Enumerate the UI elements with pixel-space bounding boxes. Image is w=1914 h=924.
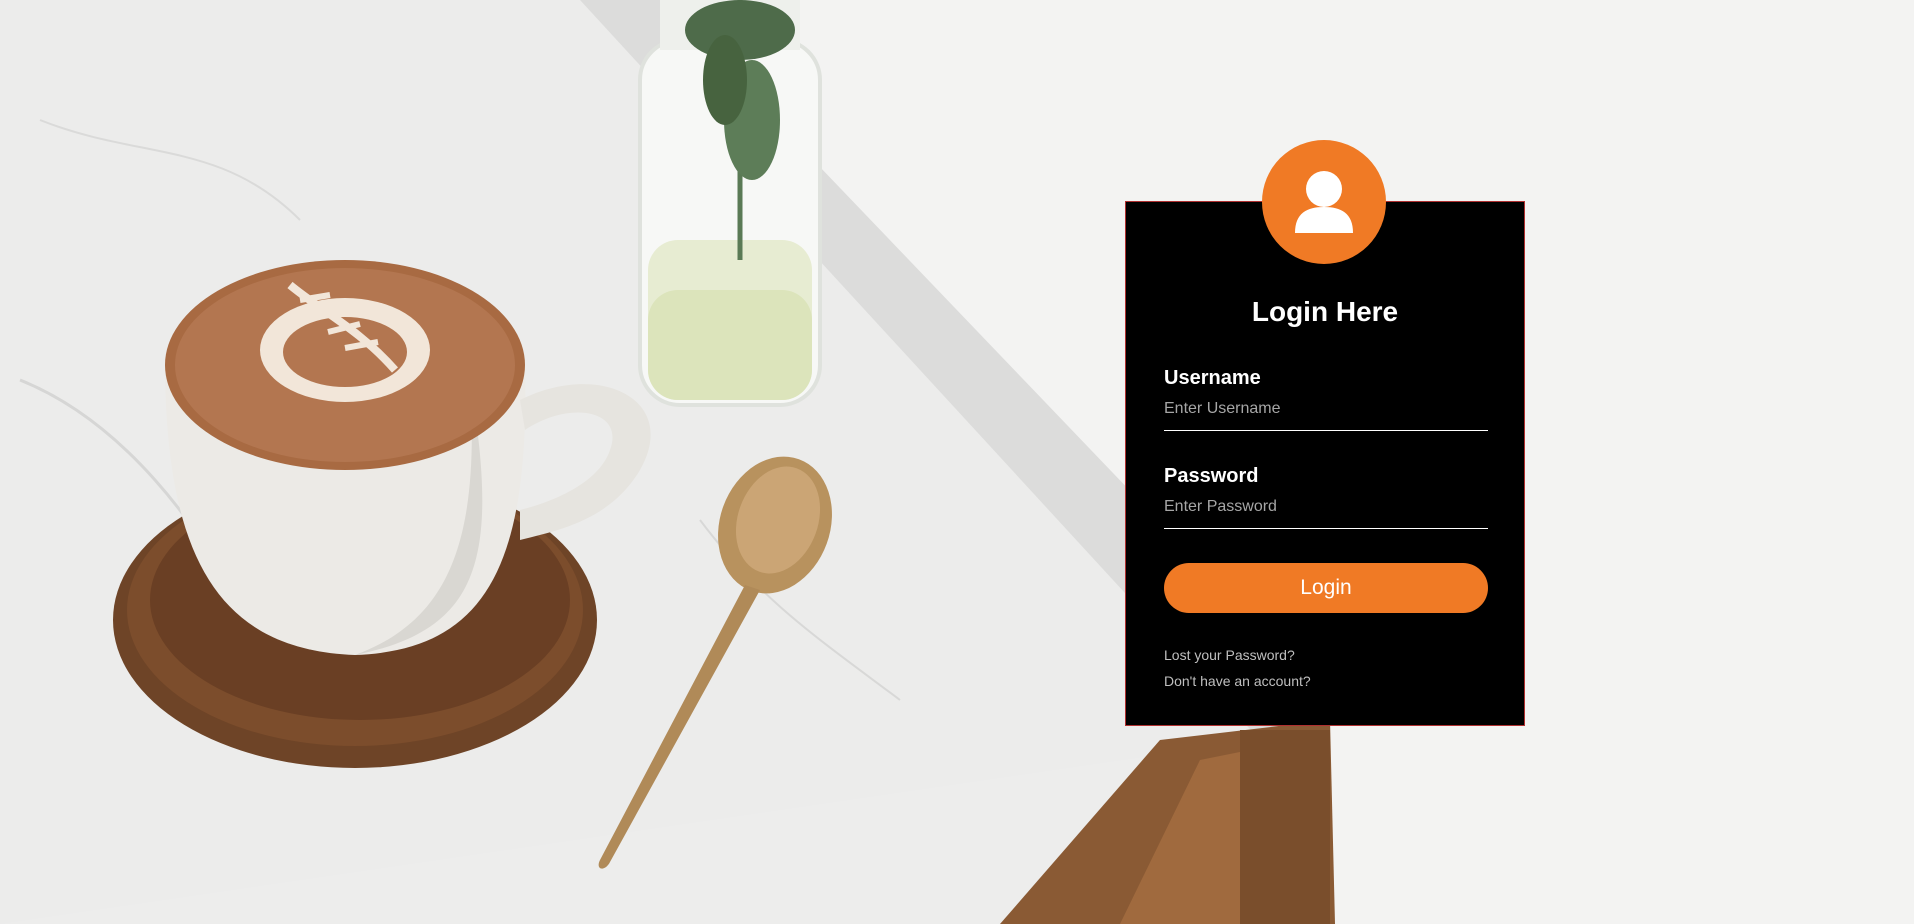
username-field-group: Username [1164,367,1488,431]
login-button[interactable]: Login [1164,563,1488,613]
password-field-group: Password [1164,465,1488,529]
password-input[interactable] [1164,496,1488,529]
user-icon [1295,171,1353,233]
login-title: Login Here [1251,296,1399,327]
password-label: Password [1164,465,1259,487]
login-card: Login Here Username Password Login Lost … [1125,140,1525,726]
no-account-link[interactable]: Don't have an account? [1164,668,1311,694]
username-input[interactable] [1164,398,1488,431]
background-image [0,0,1914,924]
username-label: Username [1164,367,1261,389]
login-page: Login Here Username Password Login Lost … [0,0,1914,924]
account-links: Lost your Password? Don't have an accoun… [1164,642,1311,694]
avatar [1262,140,1386,264]
lost-password-link[interactable]: Lost your Password? [1164,642,1311,668]
